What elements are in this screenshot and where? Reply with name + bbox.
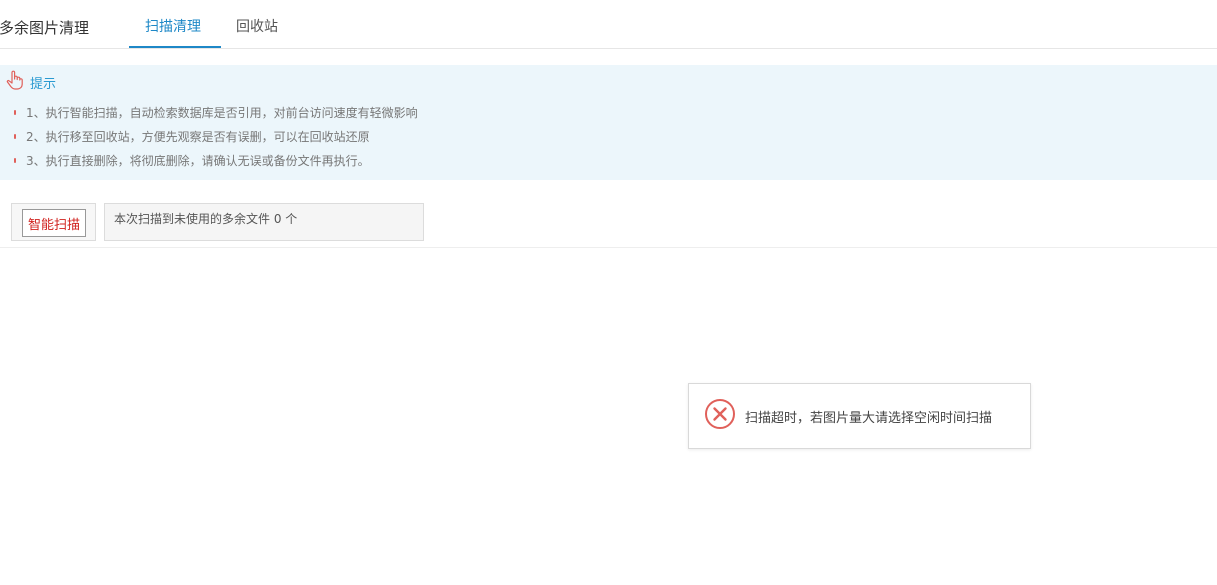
tab-scan-clean[interactable]: 扫描清理: [145, 16, 201, 36]
top-bar: 多余图片清理 扫描清理 回收站: [0, 0, 1217, 49]
scan-toolbar: 智能扫描 本次扫描到未使用的多余文件 0 个: [0, 189, 1217, 248]
tip-item: 2、执行移至回收站，方便先观察是否有误删，可以在回收站还原: [14, 128, 370, 145]
tips-header: 提示: [6, 70, 57, 94]
tip-item: 1、执行智能扫描，自动检索数据库是否引用，对前台访问速度有轻微影响: [14, 104, 418, 121]
error-circle-icon: [689, 398, 736, 434]
smart-scan-button[interactable]: 智能扫描: [22, 209, 86, 237]
tip-text: 1、执行智能扫描，自动检索数据库是否引用，对前台访问速度有轻微影响: [26, 106, 418, 120]
scan-result-text: 本次扫描到未使用的多余文件 0 个: [104, 203, 424, 241]
page-title: 多余图片清理: [0, 19, 90, 37]
tips-panel: 提示 1、执行智能扫描，自动检索数据库是否引用，对前台访问速度有轻微影响 2、执…: [0, 65, 1217, 180]
tips-title: 提示: [30, 76, 57, 92]
hand-pointer-icon: [6, 70, 24, 94]
tip-item: 3、执行直接删除，将彻底删除，请确认无误或备份文件再执行。: [14, 152, 370, 169]
bullet-dot: [14, 110, 16, 115]
tip-text: 3、执行直接删除，将彻底删除，请确认无误或备份文件再执行。: [26, 154, 370, 168]
tab-recycle-bin[interactable]: 回收站: [236, 16, 278, 36]
error-toast: 扫描超时，若图片量大请选择空闲时间扫描: [688, 383, 1031, 449]
tip-text: 2、执行移至回收站，方便先观察是否有误删，可以在回收站还原: [26, 130, 370, 144]
active-tab-indicator: [129, 46, 221, 48]
scan-button-container: 智能扫描: [11, 203, 96, 241]
toast-message: 扫描超时，若图片量大请选择空闲时间扫描: [745, 410, 993, 426]
bullet-dot: [14, 134, 16, 139]
bullet-dot: [14, 158, 16, 163]
